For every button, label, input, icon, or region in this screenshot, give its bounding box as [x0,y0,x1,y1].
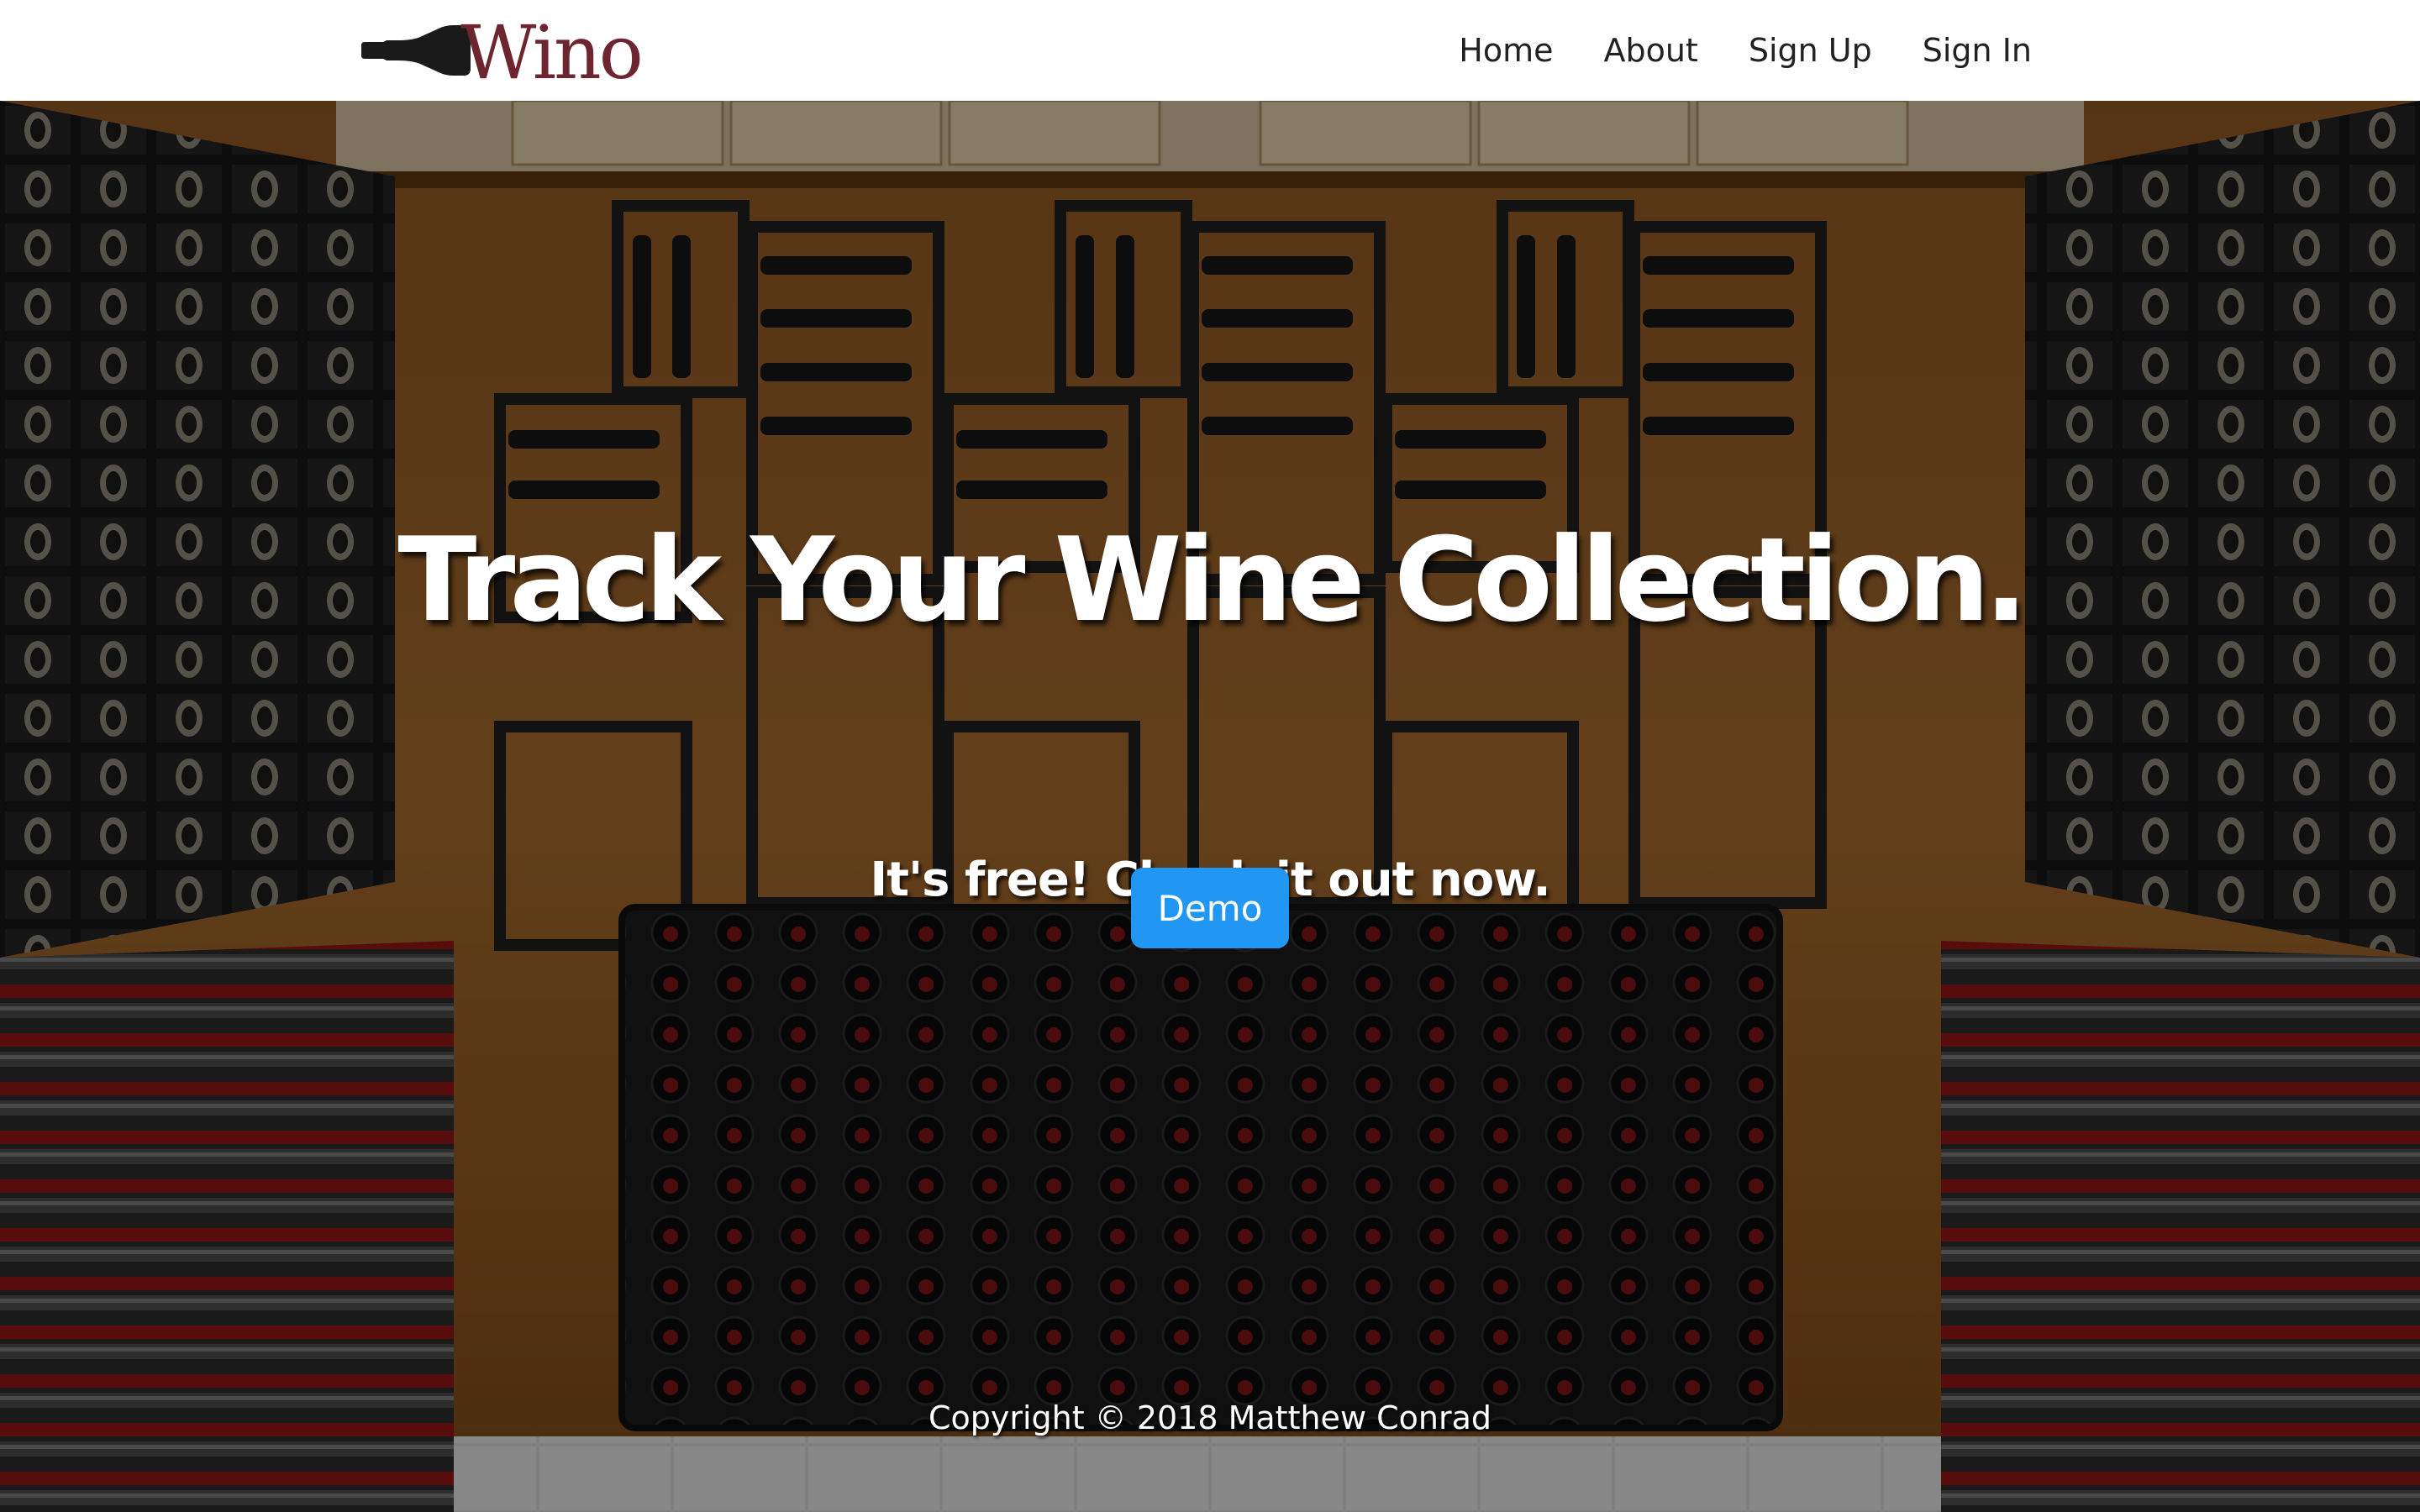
nav-link-sign-up[interactable]: Sign Up [1749,32,1872,69]
navbar: Wino Home About Sign Up Sign In [0,0,2420,101]
wine-bottle-icon [361,25,471,76]
demo-button[interactable]: Demo [1131,868,1289,948]
nav-link-home[interactable]: Home [1459,32,1553,69]
background-overlay [0,101,2420,1512]
nav-links: Home About Sign Up Sign In [1408,0,2032,101]
hero-section: Track Your Wine Collection. It's free! C… [0,101,2420,1512]
nav-link-about[interactable]: About [1603,32,1697,69]
nav-link-sign-in[interactable]: Sign In [1923,32,2032,69]
copyright-text: Copyright © 2018 Matthew Conrad [928,1399,1491,1436]
brand-logo[interactable]: Wino [361,9,647,96]
brand-name: Wino [460,9,644,96]
hero-headline: Track Your Wine Collection. [397,512,2028,648]
